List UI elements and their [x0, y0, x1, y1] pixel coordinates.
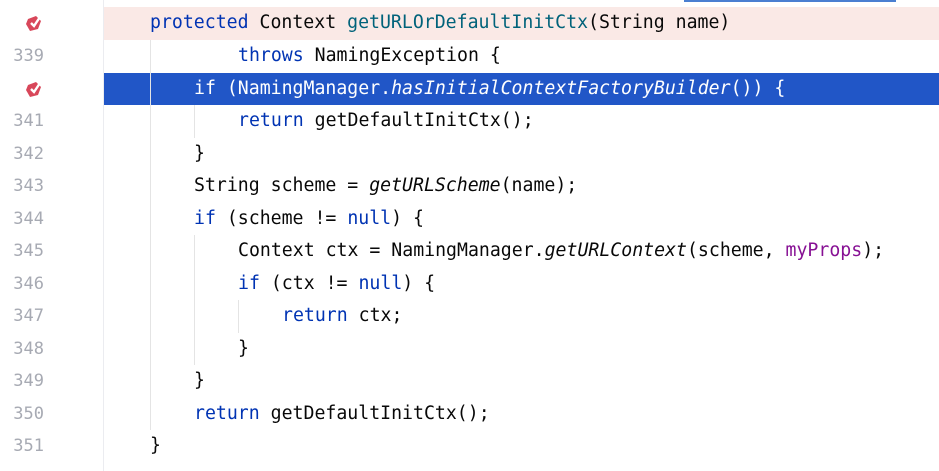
code-line-349[interactable]: 349 }: [0, 365, 939, 398]
code-text: return getDefaultInitCtx();: [194, 398, 490, 431]
code-token: (ctx !=: [259, 272, 359, 294]
static-method-call: getURLContext: [544, 240, 687, 261]
keyword-return: return: [238, 110, 304, 131]
code-token: ctx;: [347, 305, 403, 326]
line-number: 348: [13, 338, 44, 359]
line-number: 349: [13, 371, 44, 391]
code-text: return ctx;: [282, 300, 402, 333]
code-line-350[interactable]: 350 return getDefaultInitCtx();: [0, 398, 939, 431]
code-token: (scheme,: [686, 240, 786, 261]
code-line-339[interactable]: 339 throws NamingException {: [0, 40, 939, 73]
line-number: 346: [13, 273, 44, 294]
line-number: 351: [13, 436, 44, 456]
code-line-343[interactable]: 343 String scheme = getURLScheme(name);: [0, 170, 939, 203]
code-token: Context ctx = NamingManager.: [238, 240, 545, 261]
field-reference: myProps: [785, 240, 863, 261]
keyword-throws: throws: [238, 45, 304, 66]
line-number: 350: [13, 403, 44, 424]
indent-guide: [194, 235, 195, 365]
code-token: getDefaultInitCtx();: [303, 110, 534, 131]
code-text: protected Context getURLOrDefaultInitCtx…: [150, 7, 730, 40]
line-number: 343: [13, 176, 44, 196]
keyword-null: null: [347, 207, 392, 229]
code-text: Context ctx = NamingManager.getURLContex…: [238, 235, 884, 268]
code-text: String scheme = getURLScheme(name);: [194, 170, 577, 203]
code-line-345[interactable]: 345 Context ctx = NamingManager.getURLCo…: [0, 235, 939, 268]
line-number: 341: [13, 111, 44, 131]
code-text: throws NamingException {: [238, 40, 501, 73]
code-text: if (ctx != null) {: [238, 268, 435, 301]
code-token: (name);: [500, 175, 578, 196]
code-token: ) {: [402, 272, 436, 294]
code-line-347[interactable]: 347 return ctx;: [0, 300, 939, 333]
closing-brace: }: [150, 435, 161, 456]
code-text: if (NamingManager.hasInitialContextFacto…: [194, 73, 785, 106]
code-line-338[interactable]: protected Context getURLOrDefaultInitCtx…: [0, 7, 939, 40]
code-token: ) {: [391, 207, 424, 229]
keyword-if: if: [238, 272, 260, 294]
line-number: 347: [13, 306, 44, 326]
code-line-340-selected[interactable]: if (NamingManager.hasInitialContextFacto…: [0, 72, 939, 106]
line-number: 342: [13, 143, 44, 164]
code-token: ()) {: [730, 77, 786, 99]
code-line-351[interactable]: 351 }: [0, 430, 939, 463]
keyword-protected: protected: [150, 12, 249, 33]
code-token: );: [862, 240, 885, 261]
code-token: (scheme !=: [215, 207, 348, 229]
line-number: 344: [13, 208, 44, 229]
line-number: 345: [13, 241, 44, 261]
closing-brace: }: [194, 142, 205, 164]
parameter-list: (String name): [588, 12, 731, 33]
keyword-if: if: [194, 77, 216, 99]
indent-guide: [238, 300, 239, 333]
breakpoint-check-icon[interactable]: [24, 81, 44, 98]
static-method-call: hasInitialContextFactoryBuilder: [391, 77, 731, 99]
code-text: if (scheme != null) {: [194, 203, 424, 236]
indent-guide: [194, 105, 195, 138]
exception-type: NamingException {: [303, 45, 501, 66]
breakpoint-check-icon[interactable]: [24, 15, 44, 32]
indent-guide: [150, 40, 151, 430]
method-name: getURLOrDefaultInitCtx: [347, 12, 589, 33]
code-line-342[interactable]: 342 }: [0, 138, 939, 171]
code-token: String scheme =: [194, 175, 370, 196]
static-method-call: getURLScheme: [369, 175, 501, 196]
keyword-return: return: [194, 402, 260, 424]
keyword-if: if: [194, 207, 216, 229]
return-type: Context: [248, 12, 348, 33]
closing-brace: }: [194, 370, 205, 391]
code-line-348[interactable]: 348 }: [0, 333, 939, 366]
keyword-return: return: [282, 305, 348, 326]
code-text: return getDefaultInitCtx();: [238, 105, 534, 138]
keyword-null: null: [358, 272, 403, 294]
top-tab-indicator: [684, 0, 896, 2]
code-line-341[interactable]: 341 return getDefaultInitCtx();: [0, 105, 939, 138]
closing-brace: }: [238, 337, 249, 359]
code-token: (NamingManager.: [215, 77, 392, 99]
line-number: 339: [13, 46, 44, 66]
code-token: getDefaultInitCtx();: [259, 402, 490, 424]
code-line-344[interactable]: 344 if (scheme != null) {: [0, 203, 939, 236]
code-line-346[interactable]: 346 if (ctx != null) {: [0, 268, 939, 301]
